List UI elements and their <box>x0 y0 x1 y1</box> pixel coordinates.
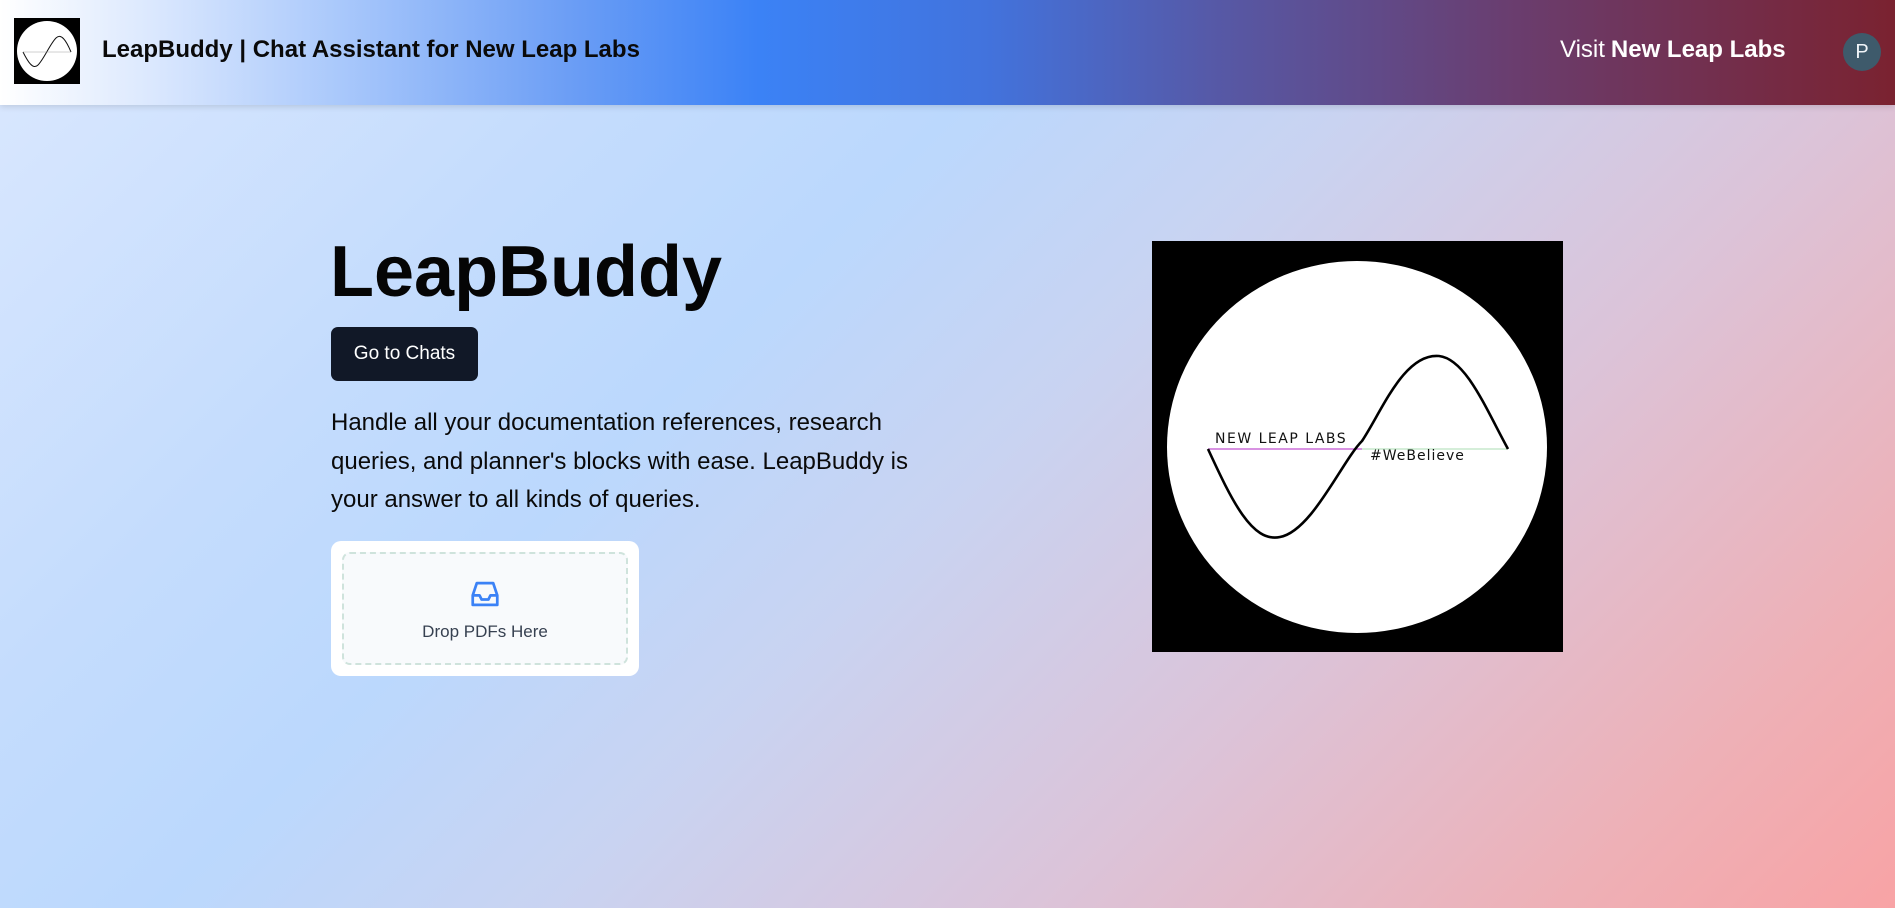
hero-title: LeapBuddy <box>330 232 723 312</box>
app-title: LeapBuddy | Chat Assistant for New Leap … <box>102 36 640 63</box>
pdf-dropzone[interactable]: Drop PDFs Here <box>342 552 628 665</box>
pdf-upload-card: Drop PDFs Here <box>331 541 639 676</box>
visit-new-leap-labs-link[interactable]: Visit New Leap Labs <box>1560 36 1786 64</box>
dropzone-label: Drop PDFs Here <box>422 622 548 641</box>
visit-label: Visit <box>1560 36 1605 63</box>
brand-logo-graphic: NEW LEAP LABS #WeBelieve <box>1152 241 1563 652</box>
inbox-icon <box>471 581 499 607</box>
new-leap-labs-brand-image: NEW LEAP LABS #WeBelieve <box>1152 241 1563 652</box>
brand-tagline: #WeBelieve <box>1370 448 1465 464</box>
user-avatar[interactable]: P <box>1843 33 1881 71</box>
go-to-chats-button[interactable]: Go to Chats <box>331 327 478 381</box>
top-navbar: LeapBuddy | Chat Assistant for New Leap … <box>0 0 1895 105</box>
brand-logo-text: NEW LEAP LABS <box>1215 431 1347 447</box>
new-leap-labs-logo[interactable] <box>14 18 80 84</box>
hero-description: Handle all your documentation references… <box>331 409 908 513</box>
visit-brand-label: New Leap Labs <box>1610 36 1786 63</box>
